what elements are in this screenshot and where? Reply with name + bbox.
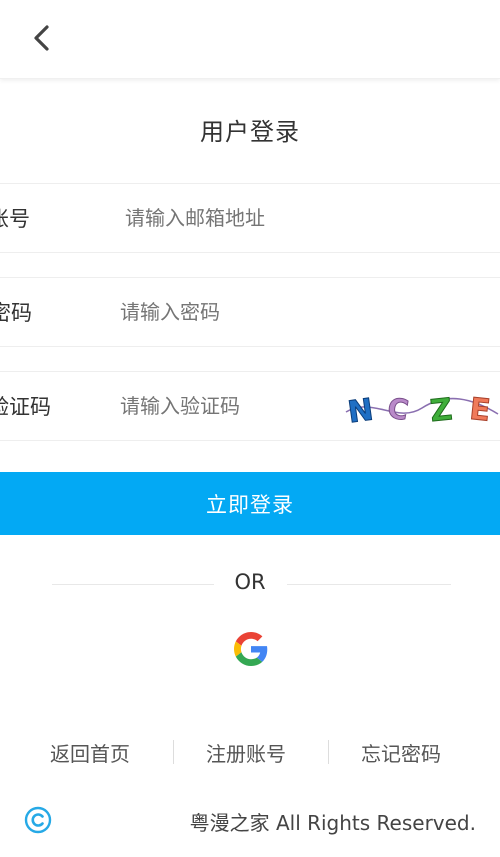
account-row: 账号 [0, 183, 500, 254]
login-page: 用户登录 账号 密码 验证码 N C Z E 立即登录 OR 返回首页 注 [0, 0, 500, 857]
home-link[interactable]: 返回首页 [50, 735, 130, 769]
password-label: 密码 [0, 301, 32, 325]
password-input[interactable] [118, 278, 322, 348]
captcha-image[interactable]: N C Z E [342, 386, 500, 428]
divider-right [287, 584, 451, 585]
svg-text:C: C [385, 391, 411, 427]
svg-text:Z: Z [428, 392, 453, 428]
account-input[interactable] [123, 184, 357, 254]
password-row: 密码 [0, 277, 500, 348]
account-label: 账号 [0, 207, 30, 231]
top-bar [0, 0, 500, 79]
captcha-row: 验证码 N C Z E [0, 371, 500, 442]
page-title: 用户登录 [200, 118, 300, 146]
captcha-input[interactable] [118, 372, 322, 442]
svg-text:N: N [346, 392, 376, 428]
captcha-label: 验证码 [0, 395, 51, 419]
register-link[interactable]: 注册账号 [206, 735, 286, 769]
copyright-text: 粤漫之家 All Rights Reserved. [189, 810, 476, 835]
or-divider-text: OR [234, 570, 266, 594]
link-separator [328, 740, 329, 764]
google-login-button[interactable] [234, 632, 268, 666]
forgot-password-link[interactable]: 忘记密码 [361, 735, 441, 769]
svg-text:E: E [468, 392, 492, 428]
chevron-left-icon [34, 25, 49, 51]
back-button[interactable] [26, 20, 58, 56]
copyright-icon [24, 806, 52, 834]
login-button[interactable]: 立即登录 [0, 472, 500, 535]
link-separator [173, 740, 174, 764]
footer-links: 返回首页 注册账号 忘记密码 [0, 735, 500, 769]
google-icon [234, 632, 268, 666]
